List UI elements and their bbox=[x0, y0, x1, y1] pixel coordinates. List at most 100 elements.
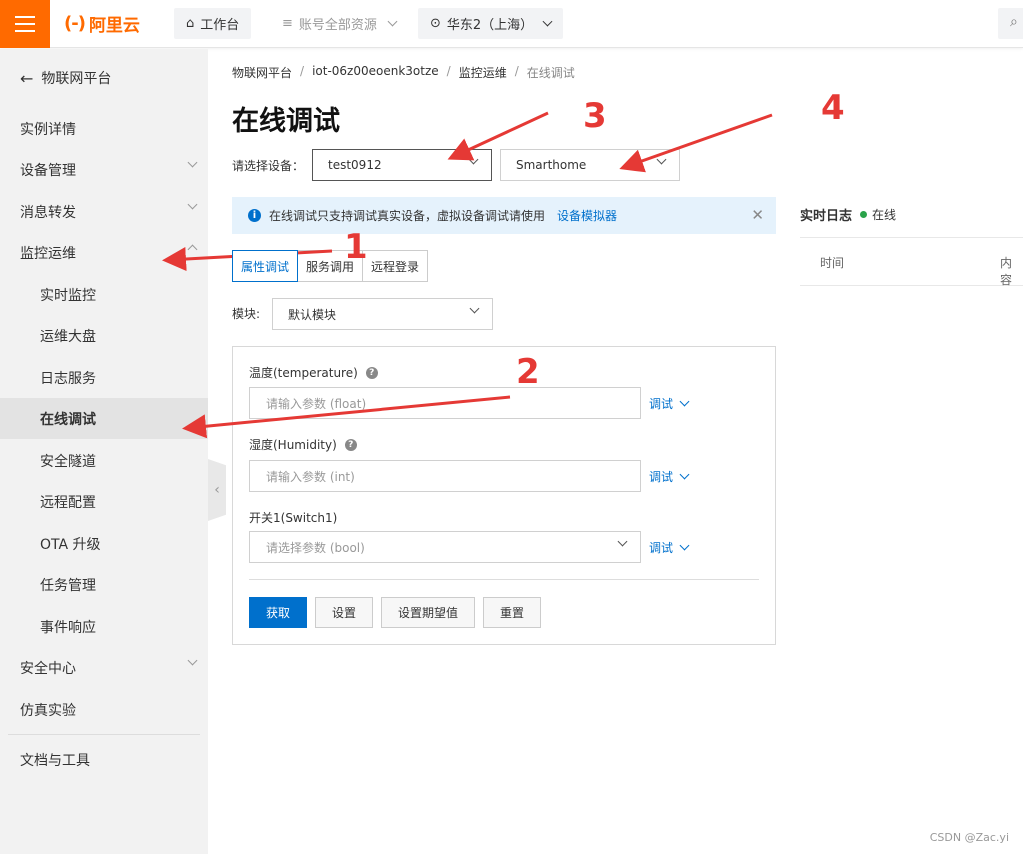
chevron-down-icon bbox=[468, 154, 479, 165]
sidebar-item-device-mgmt[interactable]: 设备管理 bbox=[0, 149, 208, 190]
close-icon[interactable]: ✕ bbox=[751, 206, 764, 224]
tab-remote-login[interactable]: 远程登录 bbox=[362, 250, 429, 282]
region-dropdown[interactable]: ⊙ 华东2（上海） bbox=[418, 8, 563, 39]
sidebar-item-tasks[interactable]: 任务管理 bbox=[0, 564, 208, 605]
sidebar-item-ota[interactable]: OTA 升级 bbox=[0, 523, 208, 564]
aliyun-logo[interactable]: (-) 阿里云 bbox=[64, 11, 140, 36]
help-icon[interactable]: ? bbox=[365, 366, 378, 379]
sidebar-item-label: OTA 升级 bbox=[40, 536, 101, 553]
tab-label: 远程登录 bbox=[371, 259, 420, 274]
resources-dropdown[interactable]: ≡ 账号全部资源 bbox=[270, 8, 408, 39]
top-bar: (-) 阿里云 ⌂ 工作台 ≡ 账号全部资源 ⊙ 华东2（上海） ⌕ bbox=[0, 0, 1023, 48]
sidebar-item-docs[interactable]: 文档与工具 bbox=[0, 739, 208, 780]
sidebar-item-dashboard[interactable]: 运维大盘 bbox=[0, 315, 208, 356]
device-select-label: 请选择设备： bbox=[232, 159, 305, 173]
input-placeholder: 请输入参数 (float) bbox=[266, 396, 367, 411]
annotation-number-3: 3 bbox=[583, 96, 607, 136]
switch-debug-button[interactable]: 调试 bbox=[649, 539, 690, 556]
field-label-text: 湿度(Humidity) bbox=[249, 438, 337, 452]
info-icon: i bbox=[248, 209, 261, 222]
sidebar-item-message[interactable]: 消息转发 bbox=[0, 191, 208, 232]
property-form: 温度(temperature) ? 请输入参数 (float) 调试 湿度(Hu… bbox=[232, 346, 776, 645]
product-select[interactable]: Smarthome bbox=[500, 149, 680, 181]
logo-mark-icon: (-) bbox=[64, 13, 86, 34]
breadcrumb-separator: / bbox=[446, 64, 451, 78]
field-label-switch: 开关1(Switch1) bbox=[249, 509, 337, 526]
tab-property-debug[interactable]: 属性调试 bbox=[232, 250, 299, 282]
chevron-up-icon bbox=[187, 244, 198, 255]
sidebar-item-label: 远程配置 bbox=[40, 494, 96, 511]
breadcrumb-separator: / bbox=[514, 64, 519, 78]
product-select-value: Smarthome bbox=[516, 158, 587, 172]
search-button[interactable]: ⌕ bbox=[998, 8, 1023, 39]
breadcrumb-item[interactable]: 物联网平台 bbox=[232, 64, 292, 81]
humidity-debug-button[interactable]: 调试 bbox=[649, 468, 690, 485]
set-expected-button[interactable]: 设置期望值 bbox=[381, 597, 475, 628]
field-label-text: 开关1(Switch1) bbox=[249, 511, 338, 525]
debug-tabs: 属性调试 服务调用 远程登录 bbox=[232, 250, 429, 282]
device-simulator-link[interactable]: 设备模拟器 bbox=[557, 207, 617, 224]
annotation-number-2: 2 bbox=[516, 352, 540, 392]
button-label: 重置 bbox=[499, 606, 524, 620]
back-label: 物联网平台 bbox=[41, 71, 112, 87]
device-select[interactable]: test0912 bbox=[312, 149, 492, 181]
home-icon: ⌂ bbox=[186, 16, 195, 31]
module-select-value: 默认模块 bbox=[288, 307, 337, 322]
get-button[interactable]: 获取 bbox=[249, 597, 307, 628]
sidebar-item-online-debug[interactable]: 在线调试 bbox=[0, 398, 208, 439]
sidebar-item-instance[interactable]: 实例详情 bbox=[0, 108, 208, 149]
status-text: 在线 bbox=[872, 208, 897, 222]
info-notice: i 在线调试只支持调试真实设备，虚拟设备调试请使用 设备模拟器 ✕ bbox=[232, 197, 776, 234]
menu-icon[interactable] bbox=[0, 0, 50, 48]
form-divider bbox=[249, 579, 759, 580]
annotation-number-4: 4 bbox=[821, 88, 845, 128]
sidebar-item-label: 文档与工具 bbox=[20, 752, 90, 769]
sidebar-item-tunnel[interactable]: 安全隧道 bbox=[0, 440, 208, 481]
button-label: 设置 bbox=[331, 606, 356, 620]
sidebar-item-simulation[interactable]: 仿真实验 bbox=[0, 689, 208, 730]
debug-label: 调试 bbox=[649, 397, 674, 411]
chevron-down-icon bbox=[187, 157, 198, 168]
search-icon: ⌕ bbox=[1010, 14, 1018, 30]
input-placeholder: 请输入参数 (int) bbox=[266, 469, 355, 484]
switch-select[interactable]: 请选择参数 (bool) bbox=[249, 531, 641, 563]
input-placeholder: 请选择参数 (bool) bbox=[266, 540, 365, 555]
sidebar-item-label: 监控运维 bbox=[20, 245, 76, 262]
region-label: 华东2（上海） bbox=[446, 18, 534, 33]
sidebar-item-label: 实例详情 bbox=[20, 121, 76, 138]
debug-label: 调试 bbox=[649, 470, 674, 484]
sidebar-item-monitor[interactable]: 监控运维 bbox=[0, 232, 208, 273]
column-header-content: 内容 bbox=[1000, 256, 1013, 287]
temperature-debug-button[interactable]: 调试 bbox=[649, 395, 690, 412]
chevron-down-icon bbox=[679, 540, 690, 551]
breadcrumb-current: 在线调试 bbox=[526, 66, 575, 80]
sidebar-item-security[interactable]: 安全中心 bbox=[0, 647, 208, 688]
device-select-value: test0912 bbox=[328, 158, 382, 172]
arrow-left-icon: ← bbox=[20, 68, 34, 88]
set-button[interactable]: 设置 bbox=[315, 597, 373, 628]
resources-label: 账号全部资源 bbox=[298, 18, 377, 33]
chevron-down-icon bbox=[679, 396, 690, 407]
log-table-header: 时间 内容 bbox=[800, 237, 1023, 287]
sidebar-item-label: 仿真实验 bbox=[20, 702, 76, 719]
reset-button[interactable]: 重置 bbox=[483, 597, 541, 628]
breadcrumb: 物联网平台 / iot-06z00eoenk3otze / 监控运维 / 在线调试 bbox=[232, 64, 575, 81]
humidity-input[interactable]: 请输入参数 (int) bbox=[249, 460, 641, 492]
module-select[interactable]: 默认模块 bbox=[272, 298, 493, 330]
help-icon[interactable]: ? bbox=[344, 438, 357, 451]
breadcrumb-item[interactable]: iot-06z00eoenk3otze bbox=[312, 64, 439, 81]
temperature-input[interactable]: 请输入参数 (float) bbox=[249, 387, 641, 419]
back-to-platform[interactable]: ← 物联网平台 bbox=[20, 68, 111, 88]
watermark: CSDN @Zac.yi bbox=[929, 831, 1009, 844]
chevron-left-icon: ‹ bbox=[214, 482, 220, 498]
sidebar-item-label: 实时监控 bbox=[40, 287, 96, 304]
chevron-down-icon bbox=[187, 199, 198, 210]
sidebar-item-remote-config[interactable]: 远程配置 bbox=[0, 481, 208, 522]
sidebar-divider bbox=[8, 734, 200, 735]
workbench-button[interactable]: ⌂ 工作台 bbox=[174, 8, 252, 39]
sidebar-collapse-handle[interactable]: ‹ bbox=[208, 459, 226, 521]
sidebar-item-realtime[interactable]: 实时监控 bbox=[0, 274, 208, 315]
sidebar-item-events[interactable]: 事件响应 bbox=[0, 606, 208, 647]
breadcrumb-item[interactable]: 监控运维 bbox=[459, 64, 507, 81]
sidebar-item-log[interactable]: 日志服务 bbox=[0, 357, 208, 398]
